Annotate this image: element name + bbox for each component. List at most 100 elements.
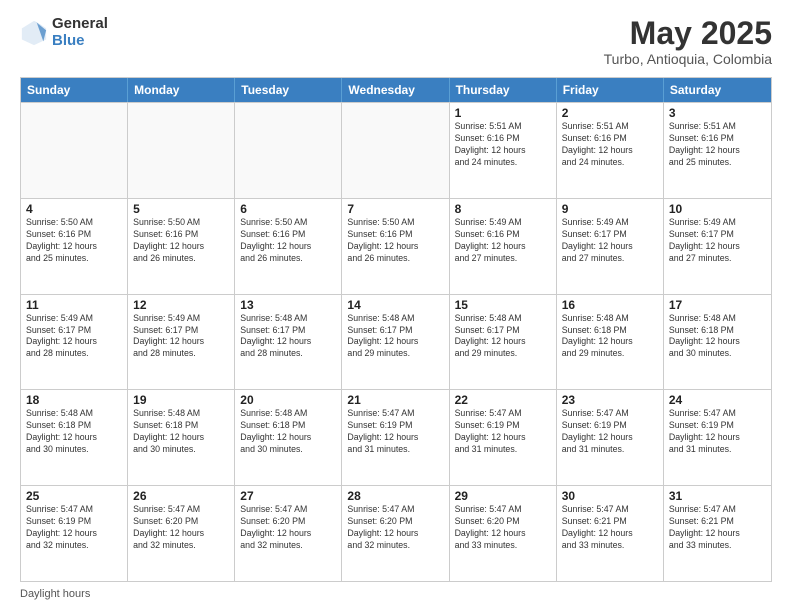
cal-row: 18Sunrise: 5:48 AM Sunset: 6:18 PM Dayli… <box>21 389 771 485</box>
cal-cell: 28Sunrise: 5:47 AM Sunset: 6:20 PM Dayli… <box>342 486 449 581</box>
day-info: Sunrise: 5:49 AM Sunset: 6:16 PM Dayligh… <box>455 217 551 265</box>
day-number: 9 <box>562 202 658 216</box>
cal-cell: 31Sunrise: 5:47 AM Sunset: 6:21 PM Dayli… <box>664 486 771 581</box>
cal-header-cell: Friday <box>557 78 664 102</box>
day-number: 11 <box>26 298 122 312</box>
day-number: 4 <box>26 202 122 216</box>
logo-general: General <box>52 16 108 33</box>
day-number: 14 <box>347 298 443 312</box>
calendar: SundayMondayTuesdayWednesdayThursdayFrid… <box>20 77 772 582</box>
day-info: Sunrise: 5:47 AM Sunset: 6:19 PM Dayligh… <box>455 408 551 456</box>
day-number: 3 <box>669 106 766 120</box>
cal-cell: 6Sunrise: 5:50 AM Sunset: 6:16 PM Daylig… <box>235 199 342 294</box>
day-info: Sunrise: 5:48 AM Sunset: 6:18 PM Dayligh… <box>562 313 658 361</box>
day-number: 28 <box>347 489 443 503</box>
cal-cell: 19Sunrise: 5:48 AM Sunset: 6:18 PM Dayli… <box>128 390 235 485</box>
cal-header-cell: Wednesday <box>342 78 449 102</box>
cal-cell: 11Sunrise: 5:49 AM Sunset: 6:17 PM Dayli… <box>21 295 128 390</box>
day-number: 1 <box>455 106 551 120</box>
cal-cell: 29Sunrise: 5:47 AM Sunset: 6:20 PM Dayli… <box>450 486 557 581</box>
cal-row: 25Sunrise: 5:47 AM Sunset: 6:19 PM Dayli… <box>21 485 771 581</box>
calendar-subtitle: Turbo, Antioquia, Colombia <box>604 51 772 67</box>
calendar-title: May 2025 <box>604 16 772 51</box>
cal-cell: 25Sunrise: 5:47 AM Sunset: 6:19 PM Dayli… <box>21 486 128 581</box>
cal-cell: 18Sunrise: 5:48 AM Sunset: 6:18 PM Dayli… <box>21 390 128 485</box>
day-number: 19 <box>133 393 229 407</box>
cal-cell <box>342 103 449 198</box>
day-info: Sunrise: 5:47 AM Sunset: 6:20 PM Dayligh… <box>347 504 443 552</box>
day-number: 21 <box>347 393 443 407</box>
day-info: Sunrise: 5:47 AM Sunset: 6:20 PM Dayligh… <box>133 504 229 552</box>
cal-row: 1Sunrise: 5:51 AM Sunset: 6:16 PM Daylig… <box>21 102 771 198</box>
day-number: 24 <box>669 393 766 407</box>
logo-text: General Blue <box>52 16 108 49</box>
day-info: Sunrise: 5:50 AM Sunset: 6:16 PM Dayligh… <box>133 217 229 265</box>
cal-cell: 22Sunrise: 5:47 AM Sunset: 6:19 PM Dayli… <box>450 390 557 485</box>
cal-cell: 23Sunrise: 5:47 AM Sunset: 6:19 PM Dayli… <box>557 390 664 485</box>
cal-header-cell: Monday <box>128 78 235 102</box>
day-info: Sunrise: 5:47 AM Sunset: 6:20 PM Dayligh… <box>240 504 336 552</box>
cal-header-cell: Thursday <box>450 78 557 102</box>
day-number: 29 <box>455 489 551 503</box>
day-info: Sunrise: 5:49 AM Sunset: 6:17 PM Dayligh… <box>562 217 658 265</box>
cal-cell: 7Sunrise: 5:50 AM Sunset: 6:16 PM Daylig… <box>342 199 449 294</box>
cal-cell: 10Sunrise: 5:49 AM Sunset: 6:17 PM Dayli… <box>664 199 771 294</box>
cal-cell <box>21 103 128 198</box>
day-info: Sunrise: 5:48 AM Sunset: 6:18 PM Dayligh… <box>240 408 336 456</box>
day-info: Sunrise: 5:51 AM Sunset: 6:16 PM Dayligh… <box>669 121 766 169</box>
day-info: Sunrise: 5:47 AM Sunset: 6:21 PM Dayligh… <box>669 504 766 552</box>
calendar-header-row: SundayMondayTuesdayWednesdayThursdayFrid… <box>21 78 771 102</box>
day-number: 30 <box>562 489 658 503</box>
day-number: 26 <box>133 489 229 503</box>
cal-header-cell: Sunday <box>21 78 128 102</box>
day-number: 8 <box>455 202 551 216</box>
day-number: 13 <box>240 298 336 312</box>
day-info: Sunrise: 5:50 AM Sunset: 6:16 PM Dayligh… <box>347 217 443 265</box>
day-number: 2 <box>562 106 658 120</box>
day-info: Sunrise: 5:51 AM Sunset: 6:16 PM Dayligh… <box>455 121 551 169</box>
day-info: Sunrise: 5:48 AM Sunset: 6:17 PM Dayligh… <box>240 313 336 361</box>
day-info: Sunrise: 5:48 AM Sunset: 6:18 PM Dayligh… <box>133 408 229 456</box>
day-number: 23 <box>562 393 658 407</box>
day-info: Sunrise: 5:47 AM Sunset: 6:19 PM Dayligh… <box>669 408 766 456</box>
day-info: Sunrise: 5:47 AM Sunset: 6:19 PM Dayligh… <box>347 408 443 456</box>
cal-row: 4Sunrise: 5:50 AM Sunset: 6:16 PM Daylig… <box>21 198 771 294</box>
cal-cell: 15Sunrise: 5:48 AM Sunset: 6:17 PM Dayli… <box>450 295 557 390</box>
page: General Blue May 2025 Turbo, Antioquia, … <box>0 0 792 612</box>
cal-cell: 24Sunrise: 5:47 AM Sunset: 6:19 PM Dayli… <box>664 390 771 485</box>
day-number: 18 <box>26 393 122 407</box>
day-number: 25 <box>26 489 122 503</box>
day-info: Sunrise: 5:48 AM Sunset: 6:18 PM Dayligh… <box>669 313 766 361</box>
cal-cell: 5Sunrise: 5:50 AM Sunset: 6:16 PM Daylig… <box>128 199 235 294</box>
day-info: Sunrise: 5:47 AM Sunset: 6:21 PM Dayligh… <box>562 504 658 552</box>
day-number: 27 <box>240 489 336 503</box>
cal-cell: 21Sunrise: 5:47 AM Sunset: 6:19 PM Dayli… <box>342 390 449 485</box>
cal-cell: 9Sunrise: 5:49 AM Sunset: 6:17 PM Daylig… <box>557 199 664 294</box>
day-info: Sunrise: 5:48 AM Sunset: 6:18 PM Dayligh… <box>26 408 122 456</box>
day-number: 5 <box>133 202 229 216</box>
cal-header-cell: Tuesday <box>235 78 342 102</box>
cal-cell: 30Sunrise: 5:47 AM Sunset: 6:21 PM Dayli… <box>557 486 664 581</box>
cal-cell: 4Sunrise: 5:50 AM Sunset: 6:16 PM Daylig… <box>21 199 128 294</box>
cal-cell: 20Sunrise: 5:48 AM Sunset: 6:18 PM Dayli… <box>235 390 342 485</box>
day-info: Sunrise: 5:49 AM Sunset: 6:17 PM Dayligh… <box>133 313 229 361</box>
cal-cell: 12Sunrise: 5:49 AM Sunset: 6:17 PM Dayli… <box>128 295 235 390</box>
day-info: Sunrise: 5:47 AM Sunset: 6:20 PM Dayligh… <box>455 504 551 552</box>
day-info: Sunrise: 5:50 AM Sunset: 6:16 PM Dayligh… <box>26 217 122 265</box>
day-info: Sunrise: 5:50 AM Sunset: 6:16 PM Dayligh… <box>240 217 336 265</box>
day-number: 6 <box>240 202 336 216</box>
day-info: Sunrise: 5:47 AM Sunset: 6:19 PM Dayligh… <box>562 408 658 456</box>
header: General Blue May 2025 Turbo, Antioquia, … <box>20 16 772 67</box>
day-info: Sunrise: 5:49 AM Sunset: 6:17 PM Dayligh… <box>669 217 766 265</box>
cal-cell <box>235 103 342 198</box>
title-block: May 2025 Turbo, Antioquia, Colombia <box>604 16 772 67</box>
day-number: 22 <box>455 393 551 407</box>
day-number: 17 <box>669 298 766 312</box>
day-number: 15 <box>455 298 551 312</box>
day-info: Sunrise: 5:48 AM Sunset: 6:17 PM Dayligh… <box>347 313 443 361</box>
footer-note: Daylight hours <box>20 588 772 600</box>
cal-cell: 17Sunrise: 5:48 AM Sunset: 6:18 PM Dayli… <box>664 295 771 390</box>
cal-cell: 3Sunrise: 5:51 AM Sunset: 6:16 PM Daylig… <box>664 103 771 198</box>
cal-cell: 8Sunrise: 5:49 AM Sunset: 6:16 PM Daylig… <box>450 199 557 294</box>
day-number: 10 <box>669 202 766 216</box>
